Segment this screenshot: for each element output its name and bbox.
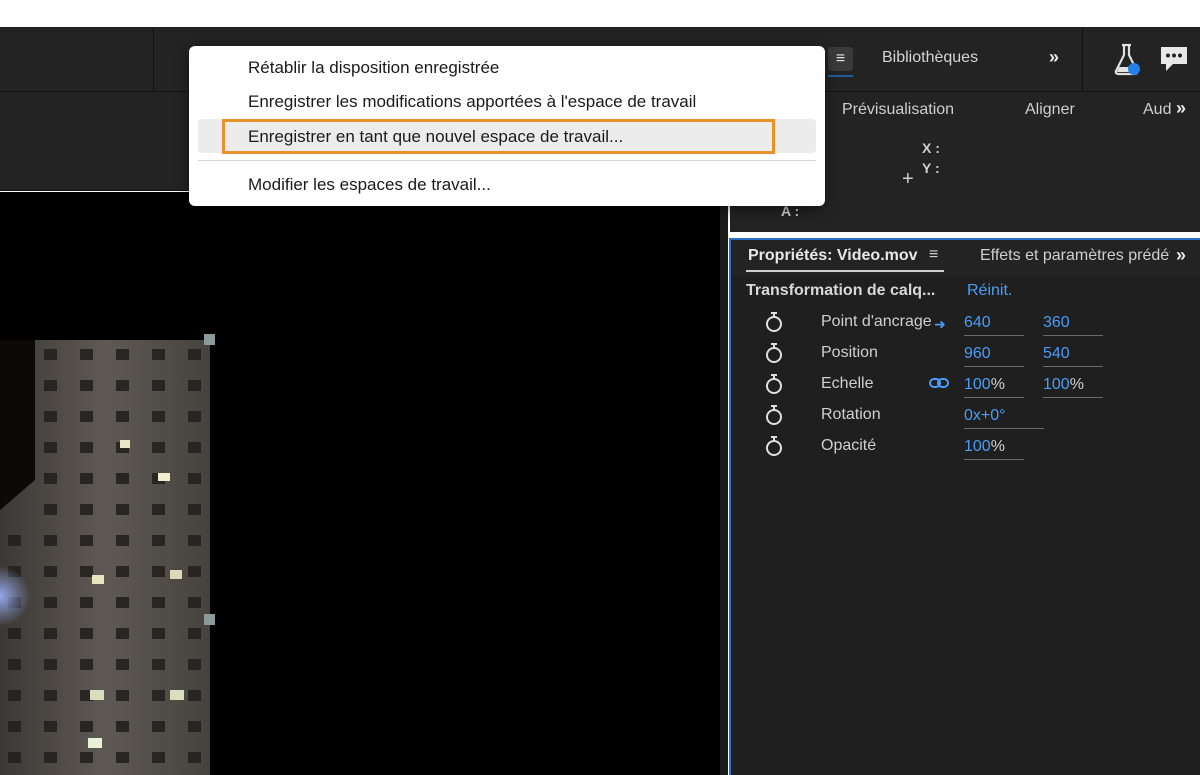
tab-audio[interactable]: Audio xyxy=(1143,101,1171,119)
anchor-arrow-icon: ➜ xyxy=(934,316,946,332)
top-window-strip xyxy=(0,0,1200,27)
stopwatch-icon[interactable] xyxy=(764,435,784,457)
properties-menu-icon[interactable]: ≡ xyxy=(929,246,938,264)
stopwatch-icon[interactable] xyxy=(764,404,784,426)
tab-align[interactable]: Aligner xyxy=(1025,101,1075,119)
info-x-label: X : xyxy=(922,140,940,156)
prop-label-scale: Echelle xyxy=(821,375,874,392)
rotation-value[interactable]: 0x+0° xyxy=(964,405,1044,429)
crosshair-icon: + xyxy=(902,168,914,190)
workspace-menu-icon[interactable]: ≡ xyxy=(828,47,853,77)
active-tab-underline xyxy=(746,270,944,272)
link-icon[interactable] xyxy=(929,376,949,390)
opacity-unit: % xyxy=(990,438,1005,455)
panel-tabs-overflow-chevron-icon[interactable]: » xyxy=(1176,98,1186,119)
menu-item-save-changes[interactable]: Enregistrer les modifications apportées … xyxy=(248,92,696,112)
highlight-annotation-box xyxy=(222,119,775,154)
transform-section-title: Transformation de calq... xyxy=(746,282,936,299)
anchor-y-value[interactable]: 360 xyxy=(1043,312,1103,336)
scale-x-unit: % xyxy=(990,376,1005,393)
toolbar-divider xyxy=(1082,27,1083,92)
stopwatch-icon[interactable] xyxy=(764,342,784,364)
menu-item-edit-workspaces[interactable]: Modifier les espaces de travail... xyxy=(248,175,491,195)
workspace-overflow-chevron-icon[interactable]: » xyxy=(1049,47,1059,68)
opacity-number: 100 xyxy=(964,438,991,455)
prop-label-rotation: Rotation xyxy=(821,406,881,423)
tab-preview[interactable]: Prévisualisation xyxy=(842,101,954,119)
scale-x-value[interactable]: 100% xyxy=(964,374,1024,398)
scale-y-number: 100 xyxy=(1043,376,1070,393)
anchor-x-value[interactable]: 640 xyxy=(964,312,1024,336)
video-frame-image[interactable] xyxy=(0,340,210,775)
panel-gutter[interactable] xyxy=(720,192,728,775)
tab-effects-presets[interactable]: Effets et paramètres prédéfinis xyxy=(980,247,1170,265)
stopwatch-icon[interactable] xyxy=(764,311,784,333)
transform-handle[interactable] xyxy=(204,334,215,345)
flask-icon[interactable] xyxy=(1112,42,1142,76)
scale-x-number: 100 xyxy=(964,376,991,393)
position-y-value[interactable]: 540 xyxy=(1043,343,1103,367)
scale-y-unit: % xyxy=(1069,376,1084,393)
toolbar-divider xyxy=(153,27,154,92)
properties-overflow-chevron-icon[interactable]: » xyxy=(1176,245,1186,266)
prop-label-anchor: Point d'ancrage xyxy=(821,313,932,330)
prop-label-opacity: Opacité xyxy=(821,437,877,454)
stopwatch-icon[interactable] xyxy=(764,373,784,395)
scale-y-value[interactable]: 100% xyxy=(1043,374,1103,398)
menu-item-reset-layout[interactable]: Rétablir la disposition enregistrée xyxy=(248,58,499,78)
position-x-value[interactable]: 960 xyxy=(964,343,1024,367)
chat-icon[interactable] xyxy=(1158,44,1190,74)
prop-label-position: Position xyxy=(821,344,878,361)
transform-handle[interactable] xyxy=(204,614,215,625)
info-y-label: Y : xyxy=(922,160,940,176)
opacity-value[interactable]: 100% xyxy=(964,436,1024,460)
reset-button[interactable]: Réinit. xyxy=(967,282,1012,300)
menu-divider xyxy=(198,160,816,161)
workspace-tab-libraries[interactable]: Bibliothèques xyxy=(882,49,978,67)
tab-properties[interactable]: Propriétés: Video.mov xyxy=(748,247,918,265)
